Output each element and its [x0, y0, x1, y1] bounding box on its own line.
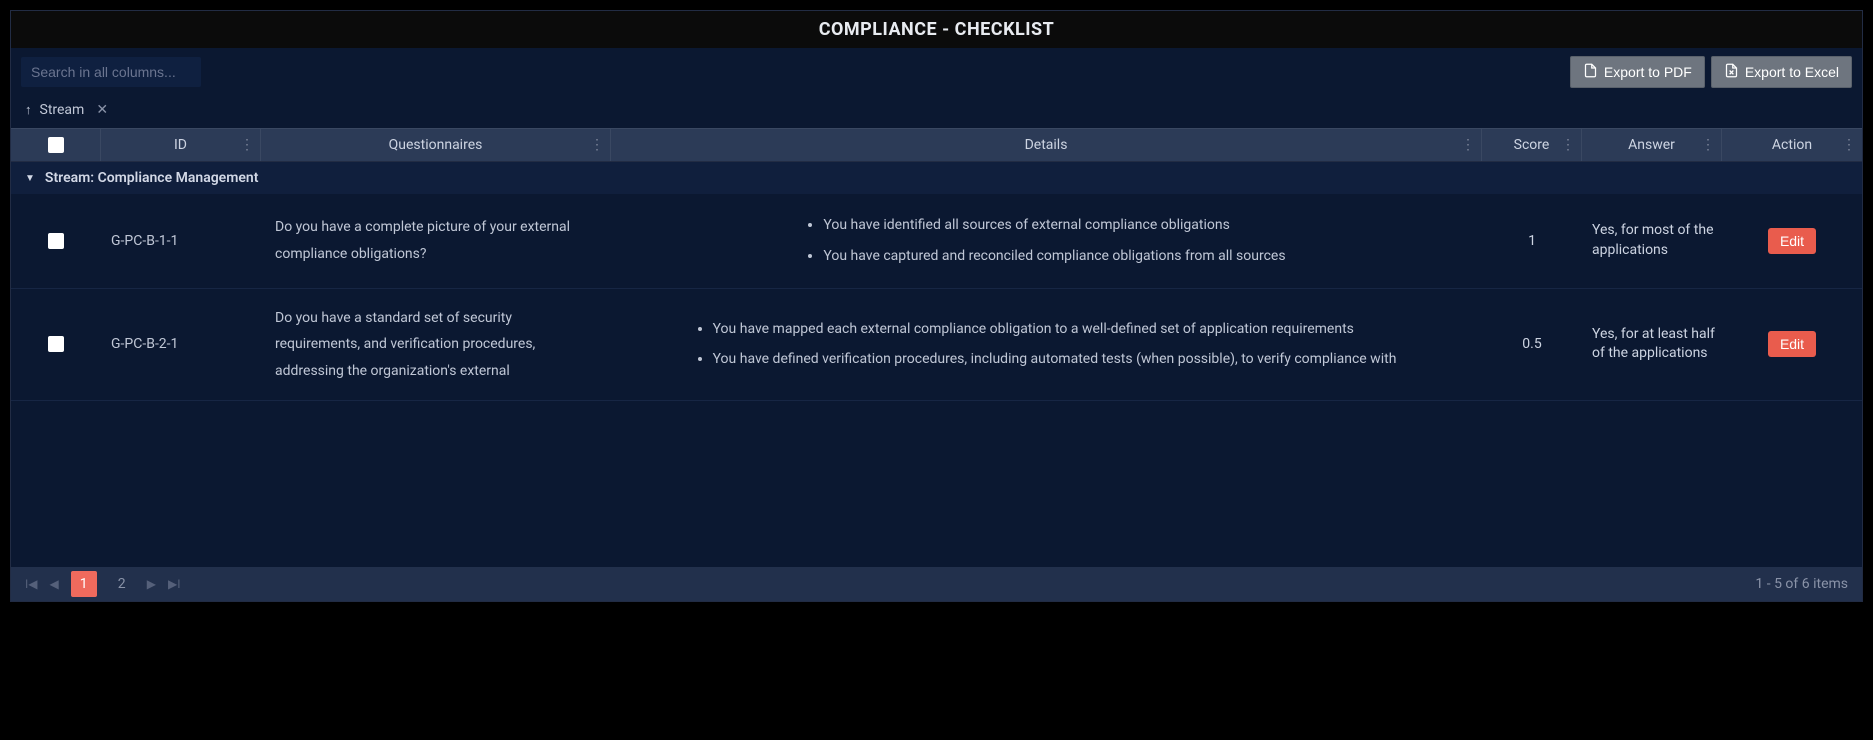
compliance-panel: COMPLIANCE - CHECKLIST Export to PDF — [10, 10, 1863, 602]
header-questionnaires-label: Questionnaires — [389, 137, 483, 153]
column-menu-icon[interactable]: ⋮ — [1701, 137, 1715, 153]
detail-item: You have mapped each external compliance… — [713, 314, 1417, 345]
row-checkbox[interactable] — [48, 336, 64, 352]
header-answer[interactable]: Answer ⋮ — [1582, 129, 1722, 161]
page-button-2[interactable]: 2 — [109, 571, 135, 597]
column-menu-icon[interactable]: ⋮ — [1842, 137, 1856, 153]
row-checkbox[interactable] — [48, 233, 64, 249]
export-buttons: Export to PDF Export to Excel — [1570, 56, 1852, 88]
cell-score: 1 — [1482, 194, 1582, 288]
export-pdf-button[interactable]: Export to PDF — [1570, 56, 1705, 88]
header-id[interactable]: ID ⋮ — [101, 129, 261, 161]
remove-group-icon[interactable]: ✕ — [96, 102, 108, 118]
titlebar: COMPLIANCE - CHECKLIST — [11, 11, 1862, 48]
next-page-icon[interactable]: ▶ — [147, 577, 156, 591]
last-page-icon[interactable]: ▶I — [168, 577, 181, 591]
pdf-icon — [1583, 63, 1598, 81]
header-details[interactable]: Details ⋮ — [611, 129, 1482, 161]
column-menu-icon[interactable]: ⋮ — [1561, 137, 1575, 153]
header-score[interactable]: Score ⋮ — [1482, 129, 1582, 161]
cell-details: You have identified all sources of exter… — [611, 194, 1482, 288]
header-answer-label: Answer — [1628, 137, 1675, 153]
cell-id: G-PC-B-2-1 — [101, 289, 261, 401]
page-button-1[interactable]: 1 — [71, 571, 97, 597]
group-by-indicator: ↑ Stream ✕ — [11, 96, 1862, 128]
group-label: Stream: Compliance Management — [45, 170, 259, 186]
header-details-label: Details — [1025, 137, 1068, 153]
excel-icon — [1724, 63, 1739, 81]
grid-header: ID ⋮ Questionnaires ⋮ Details ⋮ Score ⋮ … — [11, 128, 1862, 162]
cell-score: 0.5 — [1482, 289, 1582, 401]
table-row: G-PC-B-2-1 Do you have a standard set of… — [11, 289, 1862, 402]
cell-details: You have mapped each external compliance… — [611, 289, 1482, 401]
toolbar: Export to PDF Export to Excel — [11, 48, 1862, 96]
header-questionnaires[interactable]: Questionnaires ⋮ — [261, 129, 611, 161]
header-id-label: ID — [174, 137, 187, 153]
pager-summary: 1 - 5 of 6 items — [1755, 576, 1848, 592]
column-menu-icon[interactable]: ⋮ — [1461, 137, 1475, 153]
cell-answer: Yes, for most of the applications — [1582, 194, 1722, 288]
header-score-label: Score — [1514, 137, 1550, 153]
export-excel-button[interactable]: Export to Excel — [1711, 56, 1852, 88]
detail-item: You have identified all sources of exter… — [823, 210, 1305, 241]
export-pdf-label: Export to PDF — [1604, 64, 1692, 80]
first-page-icon[interactable]: I◀ — [25, 577, 38, 591]
header-action-label: Action — [1772, 137, 1812, 153]
header-action[interactable]: Action ⋮ — [1722, 129, 1862, 161]
detail-item: You have captured and reconciled complia… — [823, 241, 1305, 272]
group-field-label[interactable]: Stream — [40, 102, 85, 118]
table-row: G-PC-B-1-1 Do you have a complete pictur… — [11, 194, 1862, 289]
group-row[interactable]: ▼ Stream: Compliance Management — [11, 162, 1862, 194]
export-excel-label: Export to Excel — [1745, 64, 1839, 80]
column-menu-icon[interactable]: ⋮ — [590, 137, 604, 153]
header-checkbox-cell — [11, 129, 101, 161]
collapse-icon[interactable]: ▼ — [25, 173, 35, 184]
sort-asc-icon[interactable]: ↑ — [25, 102, 32, 118]
prev-page-icon[interactable]: ◀ — [50, 577, 59, 591]
column-menu-icon[interactable]: ⋮ — [240, 137, 254, 153]
cell-id: G-PC-B-1-1 — [101, 194, 261, 288]
grid-body[interactable]: ▼ Stream: Compliance Management G-PC-B-1… — [11, 162, 1862, 567]
edit-button[interactable]: Edit — [1768, 228, 1816, 254]
page-title: COMPLIANCE - CHECKLIST — [11, 19, 1862, 40]
edit-button[interactable]: Edit — [1768, 331, 1816, 357]
pager: I◀ ◀ 1 2 ▶ ▶I 1 - 5 of 6 items — [11, 567, 1862, 601]
select-all-checkbox[interactable] — [48, 137, 64, 153]
cell-question: Do you have a standard set of security r… — [261, 289, 611, 401]
cell-answer: Yes, for at least half of the applicatio… — [1582, 289, 1722, 401]
detail-item: You have defined verification procedures… — [713, 344, 1417, 375]
search-input[interactable] — [21, 57, 201, 87]
cell-question: Do you have a complete picture of your e… — [261, 194, 611, 288]
